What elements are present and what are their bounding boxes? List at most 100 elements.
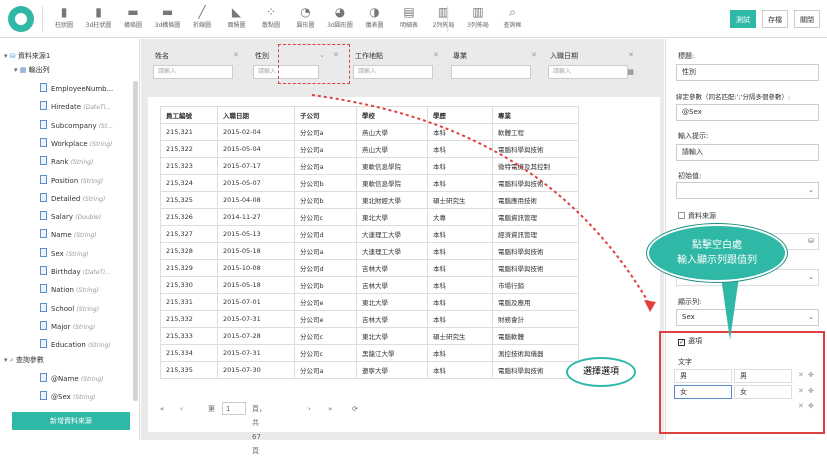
table-cell: 分公司e xyxy=(294,310,357,328)
toolbar-area-chart-button[interactable]: ◣ 面積圖 xyxy=(219,3,255,35)
column-header[interactable]: 員工編號 xyxy=(160,106,218,124)
filter-input[interactable]: 請輸入 xyxy=(153,65,233,79)
table-cell: 分公司b xyxy=(294,276,357,294)
field-item[interactable]: Name (String) xyxy=(40,228,96,242)
checkbox-icon[interactable] xyxy=(678,212,685,219)
table-cell: 分公司c xyxy=(294,344,357,362)
field-name: Nation xyxy=(51,286,74,295)
datasource-checkbox-row[interactable]: 資料來源 xyxy=(678,211,716,221)
two-column-layout-icon: ▥ xyxy=(437,5,450,19)
table-cell: 2015-07-17 xyxy=(217,157,295,175)
close-icon[interactable]: ✕ xyxy=(233,51,239,59)
table-row: 215,335 2015-07-30 分公司a 遼寧大學 本科 電腦科學與技術 xyxy=(160,361,579,379)
table-cell: 東軟信息學院 xyxy=(356,157,428,175)
field-item[interactable]: Sex (String) xyxy=(40,247,89,261)
field-item[interactable]: Salary (Double) xyxy=(40,210,101,224)
column-header[interactable]: 專業 xyxy=(492,106,579,124)
table-cell: 2015-04-08 xyxy=(217,191,295,209)
init-value-select[interactable]: ⌄ xyxy=(676,182,819,199)
toolbar-three-column-layout-button[interactable]: ▥ 3列佈局 xyxy=(460,3,496,35)
field-name: Salary xyxy=(51,213,73,222)
tree-node-output-columns[interactable]: ▾ ▦ 輸出列 xyxy=(14,63,50,77)
page-number-input[interactable]: 1 xyxy=(222,402,246,415)
sidebar-scrollbar[interactable] xyxy=(133,81,138,401)
field-item[interactable]: Detailed (String) xyxy=(40,192,105,206)
tree-node-query-params[interactable]: ▾ ⌕ 查詢參數 xyxy=(4,353,44,367)
field-name: School xyxy=(51,304,75,313)
prev-page-button[interactable]: ‹ xyxy=(180,402,183,416)
tree-node-datasource[interactable]: ▾ ⛁ 資料來源1 xyxy=(4,49,50,63)
filter-input[interactable] xyxy=(451,65,531,79)
param-item[interactable]: @Name (String) xyxy=(40,372,103,386)
field-item[interactable]: School (String) xyxy=(40,302,99,316)
column-header[interactable]: 入職日期 xyxy=(217,106,295,124)
bind-param-input[interactable]: @Sex xyxy=(676,104,819,121)
filter-input[interactable]: 請輸入 xyxy=(353,65,433,79)
table-cell: 215,330 xyxy=(160,276,218,294)
toolbar-pie3d-chart-button[interactable]: ◕ 3d圓形圖 xyxy=(322,3,358,35)
toolbar-item-label: 3d柱狀圖 xyxy=(85,22,112,29)
toolbar-item-label: 散點圖 xyxy=(261,22,280,29)
param-type: (String) xyxy=(73,394,96,401)
toolbar-query-box-button[interactable]: ⌕ 查詢框 xyxy=(495,3,531,35)
add-datasource-button[interactable]: 新增資料來源 xyxy=(12,412,130,430)
table-cell: 2015-07-01 xyxy=(217,293,295,311)
column-header[interactable]: 學校 xyxy=(356,106,428,124)
toolbar-item-label: 3d橫條圖 xyxy=(154,22,181,29)
field-item[interactable]: Nation (String) xyxy=(40,283,99,297)
hint-input[interactable]: 請輸入 xyxy=(676,144,819,161)
last-page-button[interactable]: » xyxy=(328,402,332,416)
field-icon xyxy=(40,101,47,111)
toolbar-two-column-layout-button[interactable]: ▥ 2列佈局 xyxy=(426,3,462,35)
toolbar-scatter-chart-button[interactable]: ⁘ 散點圖 xyxy=(253,3,289,35)
field-item[interactable]: Hiredate (DateTi... xyxy=(40,100,111,114)
close-button[interactable]: 關閉 xyxy=(794,10,820,28)
field-item[interactable]: Position (String) xyxy=(40,174,103,188)
table-cell: 市場行銷 xyxy=(492,276,579,294)
table-cell: 2015-05-13 xyxy=(217,225,295,243)
close-icon[interactable]: ✕ xyxy=(531,51,537,59)
save-button[interactable]: 存檔 xyxy=(762,10,788,28)
table-cell: 215,322 xyxy=(160,140,218,158)
field-icon xyxy=(40,119,47,129)
toolbar-bar3d-chart-button[interactable]: ▮ 3d柱狀圖 xyxy=(81,3,117,35)
param-icon xyxy=(40,391,47,400)
title-input[interactable]: 性別 xyxy=(676,64,819,81)
field-type: (St... xyxy=(98,122,114,130)
refresh-icon[interactable]: ⟳ xyxy=(352,402,358,416)
field-item[interactable]: Birthday (DateTi... xyxy=(40,265,111,279)
field-item[interactable]: Education (String) xyxy=(40,338,111,352)
toolbar-hbar3d-chart-button[interactable]: ▬ 3d橫條圖 xyxy=(150,3,186,35)
field-item[interactable]: Subcompany (St... xyxy=(40,119,113,133)
first-page-button[interactable]: « xyxy=(160,402,164,416)
table-cell: 分公司a xyxy=(294,157,357,175)
toolbar-detail-table-button[interactable]: ▤ 明細表 xyxy=(391,3,427,35)
table-cell: 215,327 xyxy=(160,225,218,243)
field-item[interactable]: EmployeeNumb... xyxy=(40,82,113,96)
field-item[interactable]: Workplace (String) xyxy=(40,137,112,151)
field-item[interactable]: Rank (String) xyxy=(40,155,93,169)
toolbar-gauge-chart-button[interactable]: ◑ 儀表圖 xyxy=(357,3,393,35)
selected-filter-highlight xyxy=(278,44,350,84)
close-icon[interactable]: ✕ xyxy=(433,51,439,59)
next-page-button[interactable]: › xyxy=(308,402,311,416)
field-item[interactable]: Major (String) xyxy=(40,320,95,334)
column-header[interactable]: 子公司 xyxy=(294,106,357,124)
test-button[interactable]: 測試 xyxy=(730,10,756,28)
toolbar-item-label: 面積圖 xyxy=(227,22,246,29)
toolbar-bar-chart-button[interactable]: ▮ 柱狀圖 xyxy=(46,3,82,35)
datasource-label: 資料來源1 xyxy=(17,52,51,60)
field-icon xyxy=(40,211,47,221)
display-column-select[interactable]: Sex ⌄ xyxy=(676,309,819,326)
calendar-icon[interactable]: ▦ xyxy=(627,68,634,76)
table-cell: 本科 xyxy=(427,123,493,141)
toolbar-pie-chart-button[interactable]: ◔ 圓形圖 xyxy=(288,3,324,35)
param-item[interactable]: @Sex (String) xyxy=(40,390,96,404)
column-header[interactable]: 學歷 xyxy=(427,106,493,124)
close-icon[interactable]: ✕ xyxy=(628,51,634,59)
toolbar-item-label: 圓形圖 xyxy=(296,22,315,29)
table-row: 215,328 2015-05-18 分公司a 大連理工大學 本科 電腦科學與技術 xyxy=(160,242,579,260)
toolbar-line-chart-button[interactable]: ╱ 折線圖 xyxy=(184,3,220,35)
filter-input[interactable]: 請輸入 xyxy=(548,65,628,79)
toolbar-hbar-chart-button[interactable]: ▬ 橫條圖 xyxy=(115,3,151,35)
